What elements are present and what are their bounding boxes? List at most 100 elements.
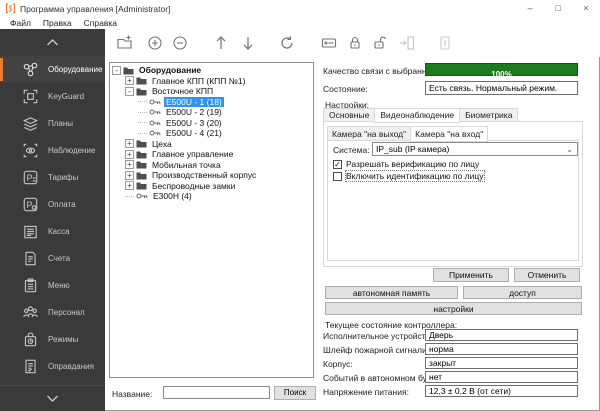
card-button[interactable] bbox=[435, 33, 455, 53]
field-value: нет bbox=[425, 371, 578, 383]
tree-row[interactable]: E500U - 3 (20) bbox=[110, 118, 313, 129]
tree-row[interactable]: E500U - 1 (18) bbox=[110, 97, 313, 108]
folder-icon bbox=[136, 139, 147, 148]
sidebar-item-keyguard[interactable]: KeyGuard bbox=[0, 83, 105, 110]
sidebar-scroll-up[interactable] bbox=[0, 29, 105, 55]
tab-video-surveillance[interactable]: Видеонаблюдение bbox=[374, 108, 460, 123]
move-down-button[interactable] bbox=[238, 33, 258, 53]
tree-item-label[interactable]: Восточное КПП bbox=[150, 86, 215, 96]
tree-row[interactable]: E500U - 2 (19) bbox=[110, 107, 313, 118]
folder-icon bbox=[136, 160, 147, 169]
apply-button[interactable]: Применить bbox=[433, 268, 509, 282]
sidebar-item-excuses[interactable]: Оправдания bbox=[0, 353, 105, 380]
tree-item-label[interactable]: E500U - 3 (20) bbox=[164, 118, 224, 128]
name-search-input[interactable] bbox=[163, 386, 270, 399]
menu-file[interactable]: Файл bbox=[4, 17, 37, 29]
tree-item-label[interactable]: Мобильная точка bbox=[150, 160, 223, 170]
expand-all-button[interactable] bbox=[145, 33, 165, 53]
tree-expander[interactable]: + bbox=[125, 139, 134, 148]
tree-row[interactable]: - Оборудование bbox=[110, 65, 313, 76]
system-select[interactable]: IP_sub (IP камера) ⌄ bbox=[372, 142, 578, 156]
lock-button[interactable] bbox=[345, 33, 365, 53]
menu-help[interactable]: Справка bbox=[78, 17, 123, 29]
tree-item-label[interactable]: Беспроводные замки bbox=[150, 181, 237, 191]
tree-row[interactable]: E500U - 4 (21) bbox=[110, 128, 313, 139]
minimize-button[interactable]: – bbox=[516, 0, 544, 17]
sidebar-item-label: KeyGuard bbox=[48, 92, 84, 101]
tree-row[interactable]: + Цеха bbox=[110, 139, 313, 150]
verification-checkbox[interactable]: ✓ Разрешать верификацию по лицу bbox=[333, 159, 479, 169]
card-reader-button[interactable] bbox=[319, 33, 339, 53]
tree-row[interactable]: + Беспроводные замки bbox=[110, 181, 313, 192]
door-enter-button[interactable] bbox=[397, 33, 417, 53]
tree-row[interactable]: + Мобильная точка bbox=[110, 160, 313, 171]
sidebar-item-personnel[interactable]: Персонал bbox=[0, 299, 105, 326]
chevron-down-icon bbox=[46, 395, 59, 402]
sidebar-item-label: Оборудование bbox=[48, 65, 102, 74]
tree-row[interactable]: + Главное управление bbox=[110, 149, 313, 160]
tree-expander[interactable]: + bbox=[125, 181, 134, 190]
circle-plus-icon bbox=[146, 34, 164, 52]
access-button[interactable]: доступ bbox=[463, 286, 582, 299]
maximize-button[interactable]: □ bbox=[544, 0, 572, 17]
state-value-box: Есть связь. Нормальный режим. bbox=[425, 81, 578, 95]
tree-row[interactable]: E300H (4) bbox=[110, 191, 313, 202]
tree-item-label[interactable]: E300H (4) bbox=[151, 191, 194, 201]
collapse-all-button[interactable] bbox=[170, 33, 190, 53]
sidebar-item-invoices[interactable]: Счета bbox=[0, 245, 105, 272]
tree-item-label[interactable]: Цеха bbox=[150, 139, 174, 149]
search-button[interactable]: Поиск bbox=[274, 386, 316, 400]
cash-register-icon bbox=[22, 223, 39, 240]
cancel-button[interactable]: Отменить bbox=[514, 268, 580, 282]
close-button[interactable]: × bbox=[572, 0, 600, 17]
sidebar-item-label: Режимы bbox=[48, 335, 78, 344]
lock-closed-icon bbox=[346, 34, 364, 52]
tree-expander[interactable]: - bbox=[112, 66, 121, 75]
tree-expander[interactable]: - bbox=[125, 87, 134, 96]
field-label: Исполнительное устройство: bbox=[323, 331, 437, 341]
tree-item-label[interactable]: Производственный корпус bbox=[150, 170, 258, 180]
tree-row[interactable]: + Производственный корпус bbox=[110, 170, 313, 181]
sidebar-item-equipment[interactable]: Оборудование bbox=[0, 56, 105, 83]
sidebar-item-modes[interactable]: Режимы bbox=[0, 326, 105, 353]
tree-expander[interactable]: + bbox=[125, 160, 134, 169]
tree-row[interactable]: - Восточное КПП bbox=[110, 86, 313, 97]
tree-item-label[interactable]: E500U - 4 (21) bbox=[164, 128, 224, 138]
sidebar-item-tariffs[interactable]: P Тарифы bbox=[0, 164, 105, 191]
tree-item-label[interactable]: E500U - 2 (19) bbox=[164, 107, 224, 117]
sidebar-item-cash[interactable]: Касса bbox=[0, 218, 105, 245]
tree-row[interactable]: + Главное КПП (КПП №1) bbox=[110, 76, 313, 87]
sidebar-item-plans[interactable]: Планы bbox=[0, 110, 105, 137]
tree-item-label[interactable]: Главное управление bbox=[150, 149, 235, 159]
tree-item-label[interactable]: E500U - 1 (18) bbox=[164, 97, 224, 107]
tree-connector bbox=[138, 101, 147, 102]
field-value: норма bbox=[425, 343, 578, 355]
sidebar-item-surveillance[interactable]: Наблюдение bbox=[0, 137, 105, 164]
identification-checkbox[interactable]: Включить идентификацию по лицу bbox=[333, 171, 484, 181]
refresh-button[interactable] bbox=[277, 33, 297, 53]
svg-text:P: P bbox=[27, 173, 33, 183]
tree-item-label[interactable]: Оборудование bbox=[137, 65, 203, 75]
autonomous-memory-button[interactable]: автономная память bbox=[325, 286, 458, 299]
checkbox-box[interactable]: ✓ bbox=[333, 160, 342, 169]
settings-button[interactable]: настройки bbox=[325, 302, 582, 315]
tree-expander[interactable]: + bbox=[125, 76, 134, 85]
move-up-button[interactable] bbox=[211, 33, 231, 53]
tab-biometrics[interactable]: Биометрика bbox=[459, 108, 518, 122]
tree-expander[interactable]: + bbox=[125, 171, 134, 180]
subtab-camera-exit[interactable]: Камера "на выход" bbox=[327, 126, 411, 141]
unlock-button[interactable] bbox=[370, 33, 390, 53]
field-label: Напряжение питания: bbox=[323, 387, 409, 397]
camera-subtabs: Камера "на выход" Камера "на вход" bbox=[327, 126, 487, 141]
sidebar-item-payment[interactable]: P Оплата bbox=[0, 191, 105, 218]
tab-general[interactable]: Основные bbox=[323, 108, 374, 122]
subtab-camera-entry[interactable]: Камера "на вход" bbox=[410, 126, 488, 142]
menu-edit[interactable]: Правка bbox=[37, 17, 78, 29]
sidebar-item-menu[interactable]: Меню bbox=[0, 272, 105, 299]
tree-item-label[interactable]: Главное КПП (КПП №1) bbox=[150, 76, 247, 86]
tree-expander[interactable]: + bbox=[125, 150, 134, 159]
sidebar-scroll-down[interactable] bbox=[0, 385, 105, 411]
menu-bar: Файл Правка Справка bbox=[0, 17, 600, 29]
checkbox-box[interactable] bbox=[333, 172, 342, 181]
add-folder-button[interactable] bbox=[115, 33, 135, 53]
